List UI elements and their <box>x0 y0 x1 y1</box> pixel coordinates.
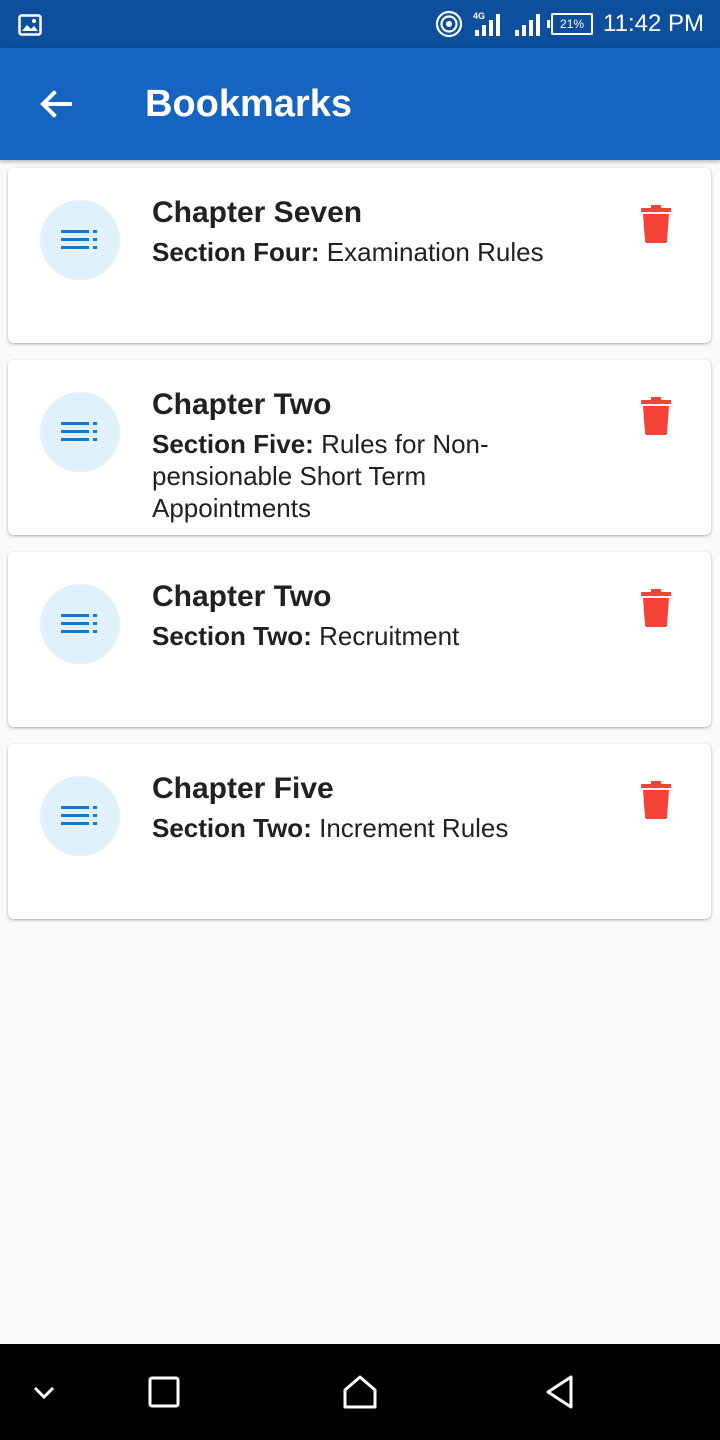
recents-square-icon[interactable] <box>144 1372 184 1412</box>
delete-button[interactable] <box>636 202 676 246</box>
section-line: Section Two: Increment Rules <box>152 812 582 844</box>
chapter-title: Chapter Two <box>152 580 332 613</box>
signal-icon: 4G <box>473 11 501 36</box>
avatar <box>40 200 120 280</box>
delete-button[interactable] <box>636 394 676 438</box>
trash-icon <box>641 781 671 819</box>
gallery-icon <box>18 14 42 36</box>
avatar <box>40 776 120 856</box>
bookmark-text: Chapter Five Section Two: Increment Rule… <box>152 770 582 844</box>
list-icon <box>61 806 97 825</box>
chevron-down-icon[interactable] <box>24 1372 64 1412</box>
signal-icon <box>515 14 541 36</box>
section-title: Increment Rules <box>319 813 509 843</box>
status-icons: 4G 21% 11:42 PM <box>435 0 704 48</box>
chapter-title: Chapter Seven <box>152 196 363 229</box>
home-icon[interactable] <box>340 1372 380 1412</box>
avatar <box>40 584 120 664</box>
section-line: Section Four: Examination Rules <box>152 236 582 268</box>
battery-icon: 21% <box>547 13 594 35</box>
list-icon <box>61 614 97 633</box>
section-label: Section Four: <box>152 237 320 267</box>
list-icon <box>61 230 97 249</box>
bookmark-text: Chapter Two Section Five: Rules for Non-… <box>152 386 582 524</box>
status-time: 11:42 PM <box>603 10 704 37</box>
delete-button[interactable] <box>636 586 676 630</box>
trash-icon <box>641 397 671 435</box>
system-nav-bar <box>0 1344 720 1440</box>
network-type-label: 4G <box>473 11 485 21</box>
bookmark-card[interactable]: Chapter Two Section Five: Rules for Non-… <box>8 360 711 535</box>
bookmark-text: Chapter Seven Section Four: Examination … <box>152 194 582 268</box>
section-title: Recruitment <box>319 621 460 651</box>
status-bar: 4G 21% 11:42 PM <box>0 0 720 48</box>
section-label: Section Two: <box>152 621 312 651</box>
list-icon <box>61 422 97 441</box>
page-title: Bookmarks <box>145 83 352 125</box>
app-bar: Bookmarks <box>0 48 720 160</box>
bookmark-card[interactable]: Chapter Seven Section Four: Examination … <box>8 168 711 343</box>
bookmark-card[interactable]: Chapter Two Section Two: Recruitment <box>8 552 711 727</box>
bookmark-card[interactable]: Chapter Five Section Two: Increment Rule… <box>8 744 711 919</box>
avatar <box>40 392 120 472</box>
back-triangle-icon[interactable] <box>540 1372 580 1412</box>
chapter-title: Chapter Two <box>152 388 332 421</box>
trash-icon <box>641 205 671 243</box>
hotspot-icon <box>435 10 463 38</box>
delete-button[interactable] <box>636 778 676 822</box>
section-line: Section Two: Recruitment <box>152 620 582 652</box>
arrow-back-icon[interactable] <box>36 84 76 124</box>
trash-icon <box>641 589 671 627</box>
bookmark-text: Chapter Two Section Two: Recruitment <box>152 578 582 652</box>
section-label: Section Five: <box>152 429 314 459</box>
chapter-title: Chapter Five <box>152 772 334 805</box>
section-label: Section Two: <box>152 813 312 843</box>
section-title: Examination Rules <box>326 237 544 267</box>
section-line: Section Five: Rules for Non-pensionable … <box>152 428 582 524</box>
